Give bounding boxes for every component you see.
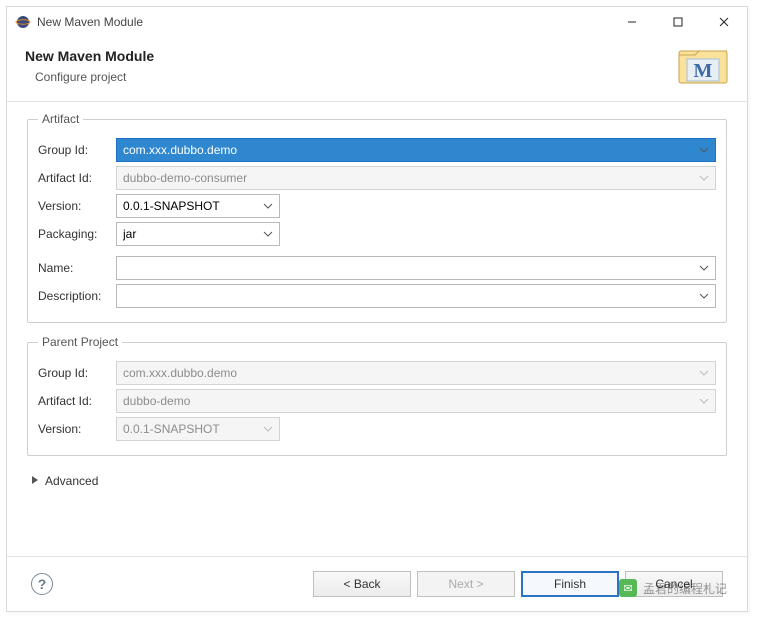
version-combo[interactable] — [116, 194, 280, 218]
parent-version-label: Version: — [38, 422, 116, 436]
watermark: ✉ 孟君的编程札记 — [619, 579, 727, 597]
help-button[interactable]: ? — [31, 573, 53, 595]
name-label: Name: — [38, 261, 116, 275]
eclipse-icon — [15, 14, 31, 30]
group-id-label: Group Id: — [38, 143, 116, 157]
minimize-button[interactable] — [609, 7, 655, 37]
wizard-header: New Maven Module Configure project M — [7, 37, 747, 102]
artifact-legend: Artifact — [38, 112, 83, 126]
next-button: Next > — [417, 571, 515, 597]
parent-project-group: Parent Project Group Id: Artifact Id: Ve… — [27, 335, 727, 456]
packaging-label: Packaging: — [38, 227, 116, 241]
parent-artifact-id-input — [116, 389, 716, 413]
artifact-id-combo — [116, 166, 716, 190]
titlebar: New Maven Module — [7, 7, 747, 37]
maximize-button[interactable] — [655, 7, 701, 37]
description-input[interactable] — [116, 284, 716, 308]
parent-group-id-label: Group Id: — [38, 366, 116, 380]
close-button[interactable] — [701, 7, 747, 37]
packaging-input[interactable] — [116, 222, 280, 246]
finish-button[interactable]: Finish — [521, 571, 619, 597]
parent-version-input — [116, 417, 280, 441]
version-input[interactable] — [116, 194, 280, 218]
parent-version-combo — [116, 417, 280, 441]
group-id-combo[interactable] — [116, 138, 716, 162]
watermark-text: 孟君的编程札记 — [643, 580, 727, 597]
name-input[interactable] — [116, 256, 716, 280]
version-label: Version: — [38, 199, 116, 213]
description-combo[interactable] — [116, 284, 716, 308]
group-id-input[interactable] — [116, 138, 716, 162]
page-subtitle: Configure project — [25, 70, 677, 84]
parent-group-id-input — [116, 361, 716, 385]
parent-artifact-id-combo — [116, 389, 716, 413]
parent-artifact-id-label: Artifact Id: — [38, 394, 116, 408]
artifact-id-input — [116, 166, 716, 190]
parent-group-id-combo — [116, 361, 716, 385]
artifact-id-label: Artifact Id: — [38, 171, 116, 185]
triangle-right-icon — [31, 474, 39, 488]
svg-text:M: M — [694, 60, 713, 82]
parent-legend: Parent Project — [38, 335, 122, 349]
window-title: New Maven Module — [37, 15, 609, 29]
name-combo[interactable] — [116, 256, 716, 280]
description-label: Description: — [38, 289, 116, 303]
advanced-section[interactable]: Advanced — [27, 468, 727, 504]
advanced-label: Advanced — [45, 474, 98, 488]
packaging-combo[interactable] — [116, 222, 280, 246]
wechat-icon: ✉ — [619, 579, 637, 597]
back-button[interactable]: < Back — [313, 571, 411, 597]
artifact-group: Artifact Group Id: Artifact Id: Version: — [27, 112, 727, 323]
page-title: New Maven Module — [25, 48, 677, 64]
maven-icon: M — [677, 45, 729, 87]
